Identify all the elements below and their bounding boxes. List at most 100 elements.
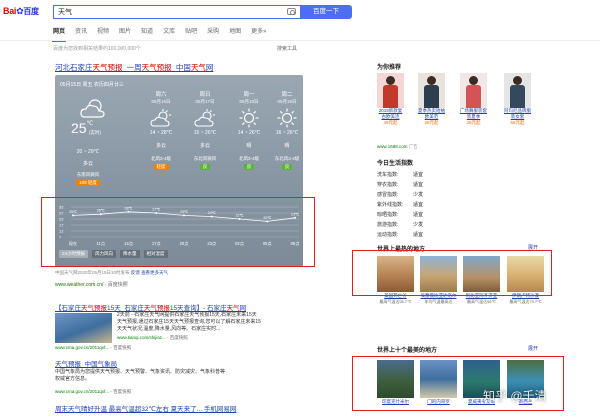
aqi-badge: 良 — [199, 164, 211, 170]
result-title-2[interactable]: 天气预报_中国气象局 — [55, 358, 117, 368]
product-price: 26元起 — [466, 120, 481, 125]
watermark-text: 知乎 @千清 — [483, 389, 547, 403]
logo-text: Bai — [3, 6, 17, 16]
baidu-logo[interactable]: Bai✿百度 — [3, 6, 39, 17]
life-index-row: 晾晒指数: 适宜 — [377, 210, 457, 220]
result-thumbnail[interactable] — [55, 313, 112, 343]
day-cond: 多云 — [199, 143, 210, 149]
product-image[interactable] — [377, 73, 404, 108]
result-url-2[interactable]: www.cma.gov.cn/2011qxf... - 百度快照 — [55, 389, 131, 395]
cloudy-sun-icon — [194, 109, 215, 127]
today-wind: 东南风微风 — [76, 172, 100, 177]
annotation-box-hot — [352, 250, 552, 296]
life-index-row: 紫外线指数: 适宜 — [377, 200, 457, 210]
search-tools-link[interactable]: 搜索工具 — [277, 45, 297, 52]
sunny-icon — [277, 108, 297, 128]
place-desc: 最高气温达56.7℃ — [379, 299, 412, 304]
feedback-link[interactable]: 反馈 — [131, 270, 140, 275]
day-name: 周六 — [155, 92, 167, 98]
life-index-key: 洗车指数: — [377, 172, 399, 178]
product-label[interactable]: 阿玛尼品牌服装女套 — [504, 108, 531, 120]
life-index-row: 洗车指数: 适宜 — [377, 170, 457, 180]
product-image[interactable] — [460, 73, 487, 108]
day-name: 周日 — [199, 92, 211, 98]
result-url-1[interactable]: www.tianqi.com/shijiaz... - 百度快照 — [117, 335, 188, 341]
today-range: 20 ~ 29℃ — [76, 149, 100, 155]
nav-tab[interactable]: 知道 — [141, 27, 153, 39]
place-desc: 最高气温达58℃ — [467, 299, 496, 304]
life-index-value: 适宜 — [413, 232, 424, 238]
nav-tab[interactable]: 贴吧 — [185, 27, 197, 39]
product-card[interactable]: 夏季热卖短袖欧美范 28元起 — [418, 73, 445, 126]
life-index-key: 紫外线指数: — [377, 202, 404, 208]
search-input[interactable] — [54, 6, 274, 18]
product-card[interactable]: 广场舞服装套装夏季 26元起 — [460, 73, 487, 126]
product-price: 49元起 — [383, 120, 398, 125]
product-price: 56元起 — [510, 120, 525, 125]
result-count: 百度为您找到相关结果约100,000,000个 — [53, 46, 141, 52]
nav-tab[interactable]: 视频 — [97, 27, 109, 39]
day-wind: 东北风3-4级 — [274, 156, 300, 161]
annotation-box-chart — [41, 197, 315, 267]
nav-tab[interactable]: 地图 — [229, 27, 241, 39]
nav-tab[interactable]: 文库 — [163, 27, 175, 39]
more-weather-link[interactable]: 查看更多天气 — [141, 270, 168, 275]
result-title-3[interactable]: 周末天气晴好升温 最高气温超32℃左右 夏天来了... 手机网易网 — [55, 403, 236, 413]
weather-date: 05月15日 周五 农历四月廿三 — [60, 82, 124, 88]
product-label[interactable]: 广场舞服装套装夏季 — [460, 108, 487, 120]
forecast-day[interactable]: 周日 05月17日 15 ~ 26℃ 多云东北风微风良 — [187, 92, 223, 170]
result-title-1[interactable]: 【石家庄天气预报15天_石家庄天气预报15天查询】- 石家庄天气网 — [55, 302, 246, 312]
day-name: 周一 — [243, 92, 255, 98]
product-price: 28元起 — [424, 120, 439, 125]
nav-tab[interactable]: 图片 — [119, 27, 131, 39]
day-date: 05月17日 — [195, 99, 215, 104]
place-desc: 最高气温达70.7℃ — [509, 299, 542, 304]
life-index-key: 穿衣指数: — [377, 182, 399, 188]
life-index-list: 洗车指数: 适宜 穿衣指数: 适宜 感冒指数: 少发 紫外线指数: 适宜 晾晒指数: 适宜 旅游指数… — [377, 170, 457, 240]
day-date: 05月18日 — [239, 99, 259, 104]
beautiful-expand-link[interactable]: 展开 — [528, 345, 538, 352]
day-cond: 晴 — [246, 143, 252, 149]
nav-tab[interactable]: 采购 — [207, 27, 219, 39]
search-box[interactable] — [53, 5, 300, 19]
day-name: 周二 — [281, 92, 293, 98]
day-date: 05月16日 — [151, 99, 171, 104]
search-button[interactable]: 百度一下 — [300, 5, 352, 19]
product-image[interactable] — [418, 73, 445, 108]
day-cond: 晴 — [284, 143, 290, 149]
products-title: 为你推荐 — [377, 65, 402, 71]
life-index-value: 适宜 — [413, 172, 424, 178]
nav-tab[interactable]: 网页 — [51, 27, 67, 42]
life-index-value: 少发 — [413, 192, 424, 198]
beautiful-places-title: 世界上十个最美的地方 — [377, 348, 438, 354]
day-range: 16 ~ 26℃ — [275, 130, 299, 136]
product-card[interactable]: 2019新款复古欧美连 49元起 — [377, 73, 404, 126]
aqi-badge: 轻度 — [153, 164, 169, 170]
forecast-day[interactable]: 周六 05月16日 14 ~ 28℃ 多云 北风3-4级 轻度 — [143, 92, 179, 170]
weather-result-title[interactable]: 河北石家庄天气预报_一周天气预报_中国天气网 — [55, 62, 213, 73]
nav-tab[interactable]: 资讯 — [75, 27, 87, 39]
day-range: 15 ~ 26℃ — [193, 130, 217, 136]
weather-url[interactable]: www.weather.com.cn/ - 百度快照 — [55, 281, 128, 288]
life-index-row: 旅游指数: 少发 — [377, 220, 457, 230]
day-cond: 多云 — [155, 143, 166, 149]
logo-text-cn: 百度 — [23, 7, 39, 16]
camera-icon[interactable] — [287, 8, 296, 15]
products-source[interactable]: www.1688.com 广告 — [377, 144, 418, 150]
product-label[interactable]: 2019新款复古欧美连 — [377, 108, 404, 120]
product-card[interactable]: 阿玛尼品牌服装女套 56元起 — [504, 73, 531, 126]
nav-tab[interactable]: 更多» — [251, 27, 266, 39]
product-image[interactable] — [504, 73, 531, 108]
product-label[interactable]: 夏季热卖短袖欧美范 — [418, 108, 445, 120]
day-range: 14 ~ 26℃ — [237, 130, 261, 136]
life-index-row: 感冒指数: 少发 — [377, 190, 457, 200]
search-nav-tabs: 网页 资讯 视频 图片 知道 文库 贴吧 采购 地图 更多» — [51, 27, 276, 42]
forecast-day[interactable]: 周二 05月19日 16 ~ 26℃ 晴东北风3-4级良 — [269, 92, 305, 170]
result-url-cma[interactable]: www.cma.gov.cn/2011qxf... - 百度快照 — [55, 345, 131, 351]
today-details: 20 ~ 29℃ 多云 东南风微风 109 轻度 — [65, 149, 111, 186]
forecast-day[interactable]: 周一 05月18日 14 ~ 26℃ 晴北风3-4级良 — [231, 92, 267, 170]
realtime-label: (实时) — [89, 130, 101, 135]
aqi-badge: 良 — [243, 164, 255, 170]
day-wind: 东北风微风 — [193, 156, 217, 161]
today-cond: 多云 — [82, 161, 93, 167]
